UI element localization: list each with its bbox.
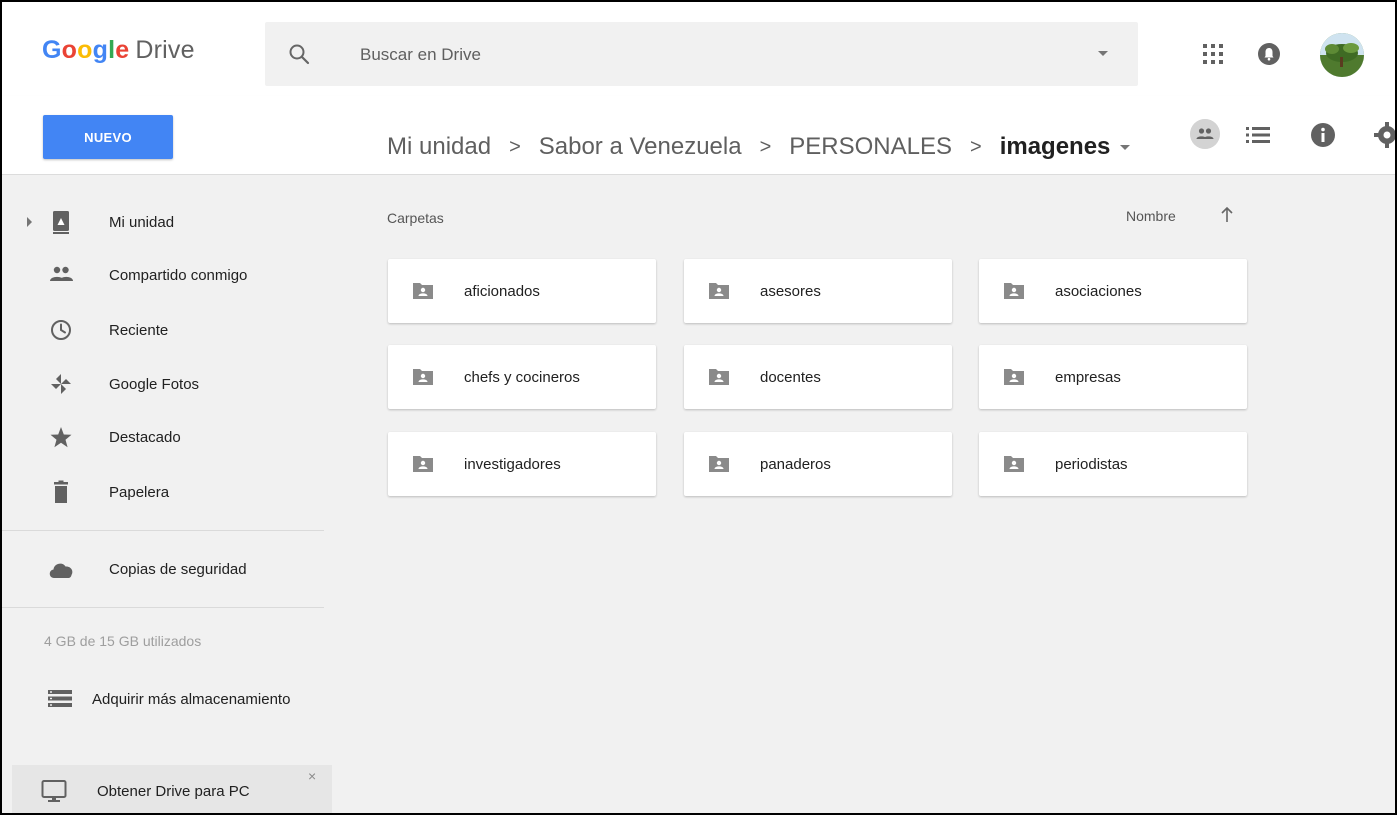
shared-folder-icon <box>1004 283 1024 299</box>
star-icon <box>50 427 72 448</box>
new-button[interactable]: NUEVO <box>43 115 173 159</box>
folder-panaderos[interactable]: panaderos <box>684 432 952 496</box>
sidebar-item-destacado[interactable]: Destacado <box>2 414 340 462</box>
sidebar-item-label: Destacado <box>109 429 181 446</box>
folder-name: periodistas <box>1055 456 1128 473</box>
sidebar-item-label: Compartido conmigo <box>109 267 248 284</box>
folder-empresas[interactable]: empresas <box>979 345 1247 409</box>
folder-name: docentes <box>760 369 821 386</box>
main-content: Carpetas Nombre aficionados asesores aso… <box>340 175 1395 813</box>
search-icon[interactable] <box>287 42 311 66</box>
sort-ascending-arrow-icon[interactable] <box>1217 205 1237 225</box>
account-avatar[interactable] <box>1320 33 1364 77</box>
breadcrumb-item-sabor-a-venezuela[interactable]: Sabor a Venezuela <box>539 133 742 161</box>
buy-storage-label: Adquirir más almacenamiento <box>92 691 291 708</box>
notifications-bell-icon[interactable] <box>1257 42 1281 66</box>
folders-section-label: Carpetas <box>387 210 444 226</box>
logo-google: Google <box>42 36 130 64</box>
sidebar-item-label: Reciente <box>109 322 169 339</box>
sidebar-divider <box>2 607 324 608</box>
drive-for-pc-promo[interactable]: Obtener Drive para PC × <box>12 765 332 813</box>
breadcrumb-separator: > <box>759 135 772 158</box>
toolbar: NUEVO Mi unidad > Sabor a Venezuela > PE… <box>2 96 1395 175</box>
desktop-monitor-icon <box>41 780 67 802</box>
sidebar-item-compartido-conmigo[interactable]: Compartido conmigo <box>2 252 340 300</box>
shared-folder-icon <box>1004 369 1024 385</box>
drive-window: Google Drive Buscar en Drive NUEVO Mi un… <box>0 0 1397 815</box>
promo-close-icon[interactable]: × <box>308 768 316 784</box>
folder-name: investigadores <box>464 456 561 473</box>
shared-folder-icon <box>709 456 729 472</box>
folder-menu-chevron-down-icon[interactable] <box>1120 144 1131 150</box>
folder-name: empresas <box>1055 369 1121 386</box>
breadcrumb: Mi unidad > Sabor a Venezuela > PERSONAL… <box>387 129 1131 165</box>
people-icon <box>50 266 73 281</box>
search-options-dropdown-icon[interactable] <box>1098 51 1108 56</box>
info-icon[interactable] <box>1310 122 1336 148</box>
folder-name: panaderos <box>760 456 831 473</box>
settings-gear-icon[interactable] <box>1372 120 1397 150</box>
sidebar-item-reciente[interactable]: Reciente <box>2 306 340 354</box>
clock-icon <box>51 320 71 340</box>
breadcrumb-item-mi-unidad[interactable]: Mi unidad <box>387 133 491 161</box>
share-people-icon[interactable] <box>1190 119 1220 149</box>
list-view-icon[interactable] <box>1244 123 1272 147</box>
folder-periodistas[interactable]: periodistas <box>979 432 1247 496</box>
avatar-photo-icon <box>1320 33 1364 77</box>
sidebar-item-label: Copias de seguridad <box>109 561 247 578</box>
pinwheel-icon <box>51 374 71 394</box>
sidebar-item-google-fotos[interactable]: Google Fotos <box>2 360 340 408</box>
folder-asesores[interactable]: asesores <box>684 259 952 323</box>
folder-docentes[interactable]: docentes <box>684 345 952 409</box>
storage-usage-text: 4 GB de 15 GB utilizados <box>44 633 202 649</box>
folder-name: aficionados <box>464 283 540 300</box>
shared-folder-icon <box>709 369 729 385</box>
breadcrumb-separator: > <box>509 135 521 158</box>
sidebar-item-papelera[interactable]: Papelera <box>2 468 340 516</box>
sidebar-item-label: Google Fotos <box>109 376 200 393</box>
folder-name: asesores <box>760 283 821 300</box>
folder-name: asociaciones <box>1055 283 1142 300</box>
sort-by-name-button[interactable]: Nombre <box>1126 208 1176 224</box>
folder-investigadores[interactable]: investigadores <box>388 432 656 496</box>
sidebar: Mi unidad Compartido conmigo Reciente Go… <box>2 175 340 813</box>
breadcrumb-separator: > <box>970 135 982 158</box>
expand-arrow-icon[interactable] <box>27 217 32 227</box>
sidebar-divider <box>2 530 324 531</box>
sidebar-item-mi-unidad[interactable]: Mi unidad <box>2 198 340 246</box>
shared-folder-icon <box>1004 456 1024 472</box>
folder-asociaciones[interactable]: asociaciones <box>979 259 1247 323</box>
shared-folder-icon <box>413 283 433 299</box>
breadcrumb-item-personales[interactable]: PERSONALES <box>789 133 952 161</box>
promo-label: Obtener Drive para PC <box>97 783 250 800</box>
shared-folder-icon <box>709 283 729 299</box>
search-bar <box>265 22 1138 86</box>
storage-icon <box>48 690 72 707</box>
sidebar-item-label: Mi unidad <box>109 214 175 231</box>
google-drive-logo[interactable]: Google Drive <box>42 36 195 65</box>
drive-icon <box>53 211 69 234</box>
folder-chefs-y-cocineros[interactable]: chefs y cocineros <box>388 345 656 409</box>
sidebar-item-copias-de-seguridad[interactable]: Copias de seguridad <box>2 545 340 593</box>
folder-aficionados[interactable]: aficionados <box>388 259 656 323</box>
folder-name: chefs y cocineros <box>464 369 580 386</box>
cloud-icon <box>49 563 73 578</box>
breadcrumb-item-current[interactable]: imagenes <box>1000 133 1111 161</box>
buy-storage-link[interactable]: Adquirir más almacenamiento <box>2 675 340 723</box>
trash-icon <box>54 480 68 503</box>
search-input[interactable] <box>360 42 1040 68</box>
apps-grid-icon[interactable] <box>1202 43 1224 65</box>
shared-folder-icon <box>413 456 433 472</box>
shared-folder-icon <box>413 369 433 385</box>
logo-drive: Drive <box>135 36 195 64</box>
sidebar-item-label: Papelera <box>109 484 170 501</box>
top-header: Google Drive <box>2 2 1395 96</box>
